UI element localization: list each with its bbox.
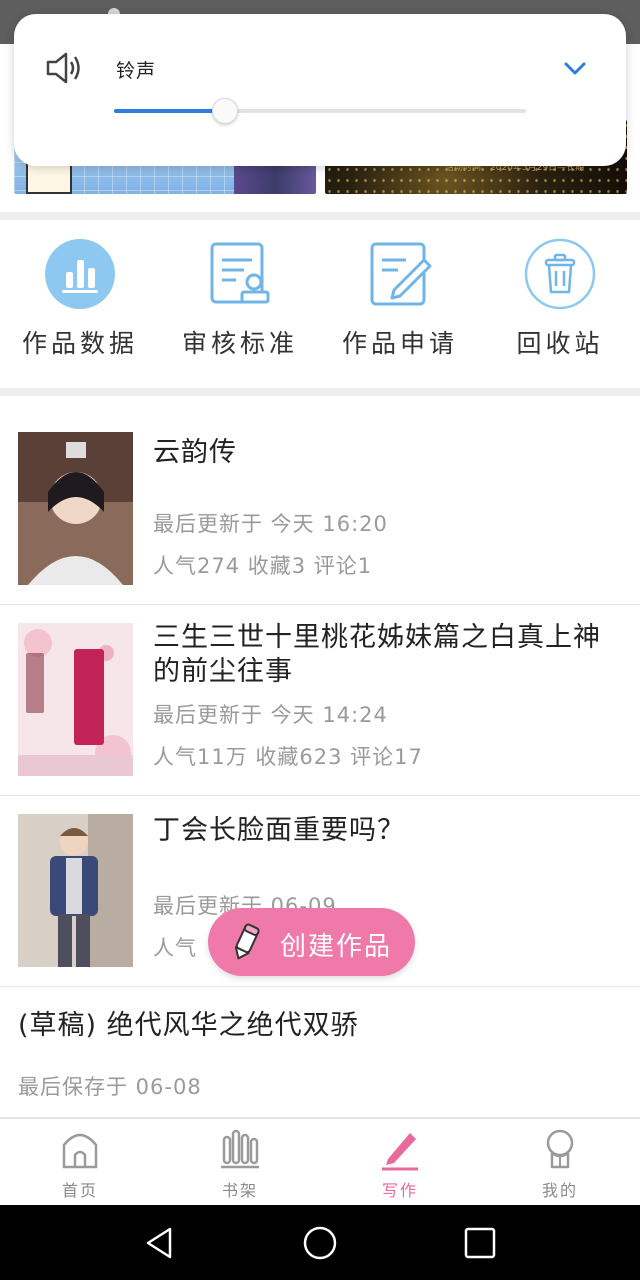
draft-title: (草稿) 绝代风华之绝代双骄 <box>18 1010 359 1041</box>
review-document-icon <box>210 242 270 304</box>
bar-chart-icon <box>45 239 115 309</box>
draft-row[interactable]: (草稿) 绝代风华之绝代双骄 最后保存于 06-08 <box>0 987 640 1118</box>
tab-bookshelf[interactable]: 书架 <box>160 1127 320 1201</box>
tab-writing[interactable]: 写作 <box>320 1127 480 1201</box>
recents-icon[interactable] <box>462 1225 498 1261</box>
quick-action-label: 作品申请 <box>341 329 458 358</box>
work-row[interactable]: 云韵传 最后更新于 今天 16:20 人气274 收藏3 评论1 <box>0 396 640 605</box>
volume-slider-thumb[interactable] <box>212 98 239 124</box>
chevron-down-icon[interactable] <box>562 58 588 78</box>
work-updated: 最后更新于 今天 16:20 <box>153 512 388 536</box>
book-cover <box>18 814 133 967</box>
quick-action-review-standard[interactable]: 审核标准 <box>160 238 320 360</box>
quick-action-label: 作品数据 <box>21 329 138 358</box>
create-work-label: 创建作品 <box>280 932 393 962</box>
quick-action-recycle-bin[interactable]: 回收站 <box>480 238 640 360</box>
draft-saved: 最后保存于 06-08 <box>18 1075 202 1099</box>
quick-action-label: 审核标准 <box>181 329 298 358</box>
work-title: 三生三世十里桃花姊妹篇之白真上神的前尘往事 <box>153 622 601 687</box>
volume-stream-label: 铃声 <box>116 60 157 82</box>
divider <box>0 388 640 396</box>
edit-document-icon <box>370 242 432 306</box>
trash-icon <box>524 238 596 310</box>
quick-action-data[interactable]: 作品数据 <box>0 238 160 360</box>
work-updated: 最后更新于 今天 14:24 <box>153 703 388 727</box>
work-row[interactable]: 三生三世十里桃花姊妹篇之白真上神的前尘往事 最后更新于 今天 14:24 人气1… <box>0 605 640 796</box>
bottom-tab-bar: 首页 书架 写作 我的 <box>0 1118 640 1205</box>
pen-icon <box>382 1133 418 1171</box>
tab-home[interactable]: 首页 <box>0 1127 160 1201</box>
quick-actions: 作品数据 审核标准 作品申请 回收站 <box>0 220 640 388</box>
back-icon[interactable] <box>142 1225 178 1261</box>
create-work-button[interactable]: 创建作品 <box>208 908 415 976</box>
quick-action-label: 回收站 <box>516 329 604 358</box>
profile-icon <box>546 1129 574 1169</box>
home-icon <box>62 1133 98 1169</box>
work-stats: 人气274 收藏3 评论1 <box>153 554 373 578</box>
volume-slider[interactable] <box>114 98 526 124</box>
work-stats: 人气 <box>153 936 197 960</box>
book-cover <box>18 623 133 776</box>
volume-slider-fill <box>114 109 226 113</box>
home-nav-icon[interactable] <box>302 1225 338 1261</box>
tab-label: 首页 <box>61 1181 98 1200</box>
work-stats: 人气11万 收藏623 评论17 <box>153 745 423 769</box>
tab-label: 写作 <box>381 1181 418 1200</box>
pencil-icon <box>234 923 260 960</box>
work-title: 丁会长脸面重要吗？ <box>153 815 405 846</box>
bookshelf-icon <box>221 1129 259 1169</box>
tab-label: 书架 <box>221 1181 258 1200</box>
system-nav-bar <box>0 1205 640 1280</box>
tab-profile[interactable]: 我的 <box>480 1127 640 1201</box>
divider <box>0 212 640 220</box>
book-cover <box>18 432 133 585</box>
speaker-icon[interactable] <box>44 50 84 86</box>
tab-label: 我的 <box>541 1181 578 1200</box>
quick-action-apply[interactable]: 作品申请 <box>320 238 480 360</box>
volume-panel: 铃声 <box>14 14 626 166</box>
work-title: 云韵传 <box>153 437 237 468</box>
